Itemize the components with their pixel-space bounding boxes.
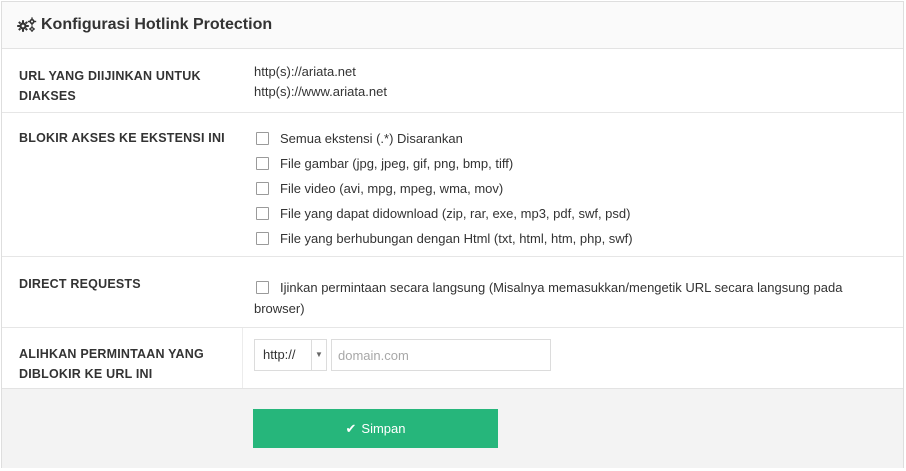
block-extensions-row: BLOKIR AKSES KE EKSTENSI INI Semua ekste… <box>2 113 903 257</box>
extension-option-label: File yang berhubungan dengan Html (txt, … <box>280 230 633 246</box>
extension-downloads-checkbox[interactable] <box>256 207 269 220</box>
extension-option-downloads[interactable]: File yang dapat didownload (zip, rar, ex… <box>254 201 633 226</box>
allowed-url-item: http(s)://www.ariata.net <box>254 84 387 99</box>
allowed-urls-list: http(s)://ariata.net http(s)://www.ariat… <box>254 62 387 102</box>
gears-icon <box>17 17 37 33</box>
save-button[interactable]: ✔ Simpan <box>253 409 498 448</box>
direct-requests-row: DIRECT REQUESTS Ijinkan permintaan secar… <box>2 257 903 328</box>
extension-option-label: Semua ekstensi (.*) Disarankan <box>280 130 463 146</box>
extension-option-all[interactable]: Semua ekstensi (.*) Disarankan <box>254 126 633 151</box>
allowed-urls-label: URL YANG DIIJINKAN UNTUK DIAKSES <box>19 69 201 103</box>
extension-option-label: File yang dapat didownload (zip, rar, ex… <box>280 205 631 221</box>
caret-down-icon[interactable]: ▼ <box>312 345 326 365</box>
direct-requests-checkbox[interactable] <box>256 281 269 294</box>
extension-option-html[interactable]: File yang berhubungan dengan Html (txt, … <box>254 226 633 251</box>
direct-requests-option[interactable]: Ijinkan permintaan secara langsung (Misa… <box>254 277 842 319</box>
protocol-select[interactable]: http:// ▼ <box>254 339 327 371</box>
protocol-select-value: http:// <box>263 347 296 362</box>
extension-html-checkbox[interactable] <box>256 232 269 245</box>
redirect-inputs: http:// ▼ <box>254 339 554 371</box>
panel-footer: ✔ Simpan <box>2 388 903 468</box>
extension-images-checkbox[interactable] <box>256 157 269 170</box>
redirect-label: ALIHKAN PERMINTAAN YANG DIBLOKIR KE URL … <box>19 347 204 381</box>
allowed-url-item: http(s)://ariata.net <box>254 64 356 79</box>
extension-options: Semua ekstensi (.*) Disarankan File gamb… <box>254 126 633 251</box>
allowed-urls-row: URL YANG DIIJINKAN UNTUK DIAKSES http(s)… <box>2 49 903 113</box>
extension-video-checkbox[interactable] <box>256 182 269 195</box>
panel-title: Konfigurasi Hotlink Protection <box>41 16 273 33</box>
extension-option-label: File gambar (jpg, jpeg, gif, png, bmp, t… <box>280 155 514 171</box>
direct-requests-text-line2: browser) <box>254 301 305 316</box>
direct-requests-text-line1: Ijinkan permintaan secara langsung (Misa… <box>280 279 843 295</box>
check-icon: ✔ <box>345 420 357 436</box>
panel-heading: Konfigurasi Hotlink Protection <box>2 2 903 49</box>
save-button-label: Simpan <box>361 421 406 436</box>
hotlink-protection-panel: Konfigurasi Hotlink Protection URL YANG … <box>1 1 904 468</box>
extension-option-label: File video (avi, mpg, mpeg, wma, mov) <box>280 180 504 196</box>
redirect-row: ALIHKAN PERMINTAAN YANG DIBLOKIR KE URL … <box>2 328 903 388</box>
domain-input[interactable] <box>331 339 551 371</box>
block-extensions-label: BLOKIR AKSES KE EKSTENSI INI <box>19 131 225 145</box>
row-divider <box>242 328 243 388</box>
extension-all-checkbox[interactable] <box>256 132 269 145</box>
extension-option-video[interactable]: File video (avi, mpg, mpeg, wma, mov) <box>254 176 633 201</box>
extension-option-images[interactable]: File gambar (jpg, jpeg, gif, png, bmp, t… <box>254 151 633 176</box>
direct-requests-label: DIRECT REQUESTS <box>19 277 141 291</box>
